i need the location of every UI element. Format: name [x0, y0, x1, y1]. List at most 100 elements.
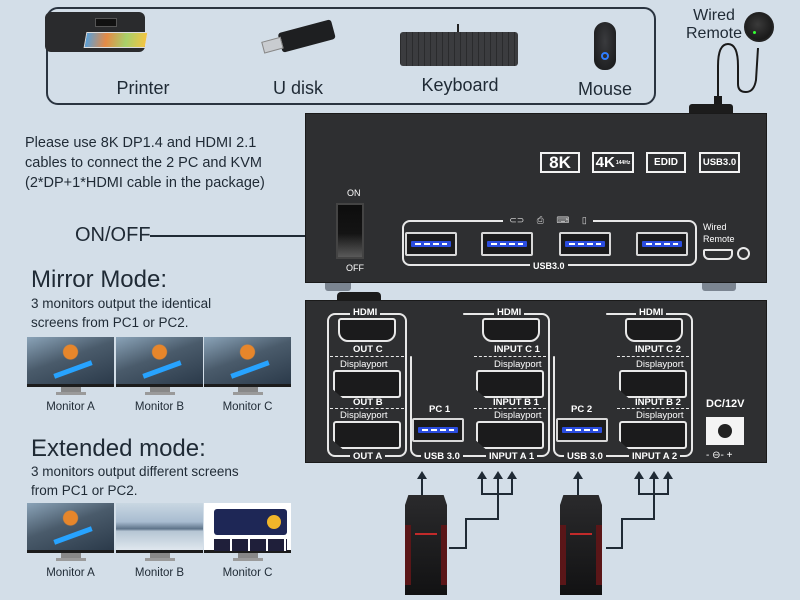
keyboard-icon: [400, 24, 518, 66]
mirror-monitor-a: Monitor A: [27, 337, 114, 413]
wired-remote-port[interactable]: [703, 249, 733, 260]
usb-port-2[interactable]: [481, 232, 533, 256]
badge-4k-text: 4K: [595, 154, 615, 171]
input-b2-label: INPUT B 2: [635, 397, 681, 408]
divider: [617, 356, 689, 357]
badge-usb3: USB3.0: [699, 152, 740, 173]
pc1-dp-label-1: Displayport: [494, 359, 542, 370]
wire: [606, 547, 623, 549]
wire: [481, 493, 513, 495]
divider: [617, 408, 689, 409]
onoff-label: ON/OFF: [75, 224, 151, 246]
device-foot: [702, 283, 736, 291]
monitor-label: Monitor C: [222, 401, 273, 413]
badge-edid: EDID: [646, 152, 686, 173]
wired-remote-label-line1: Wired: [693, 7, 735, 24]
keyboard-icon: ⌨: [556, 214, 570, 225]
printer-icon: [45, 12, 155, 52]
monitor-label: Monitor A: [46, 567, 95, 579]
usb-port-3[interactable]: [559, 232, 611, 256]
pc1-dp-label-2: Displayport: [494, 410, 542, 421]
badge-8k: 8K: [540, 152, 580, 173]
front-wired-remote-label-2: Remote: [703, 234, 735, 244]
device-foot: [325, 283, 351, 291]
instructions-line1: Please use 8K DP1.4 and HDMI 2.1: [25, 135, 257, 151]
dc-label: DC/12V: [706, 398, 745, 410]
pc2-usb-label: USB 3.0: [564, 451, 606, 462]
wire: [465, 518, 499, 520]
out-a-label: OUT A: [350, 451, 386, 462]
monitor-label: Monitor B: [134, 567, 185, 579]
wire: [621, 518, 623, 548]
usb-port-1[interactable]: [405, 232, 457, 256]
extended-monitor-c: Monitor C: [204, 503, 291, 579]
dp-input-a2-port[interactable]: [619, 421, 687, 449]
hdmi-input-c2-port[interactable]: [625, 318, 683, 342]
pc1-hdmi-label: HDMI: [494, 307, 525, 318]
extended-mode-title: Extended mode:: [31, 435, 206, 462]
dc-power-jack[interactable]: [706, 417, 744, 445]
dp-out-a-port[interactable]: [333, 421, 401, 449]
usb-device-icons: ⊂⊃ ⎙ ⌨ ▯: [503, 214, 593, 226]
peripheral-label-keyboard: Keyboard: [421, 75, 499, 95]
pc2-dp-label-1: Displayport: [636, 359, 684, 370]
wire: [621, 518, 655, 520]
usb-port-4[interactable]: [636, 232, 688, 256]
mirror-mode-title: Mirror Mode:: [31, 266, 168, 293]
wire: [465, 518, 467, 548]
divider: [330, 408, 404, 409]
usb-drive-icon: ⊂⊃: [509, 214, 525, 225]
wire: [481, 478, 483, 494]
divider: [474, 356, 546, 357]
printer-icon: ⎙: [536, 214, 544, 225]
wire: [497, 478, 499, 518]
front-wired-remote-label-1: Wired: [703, 222, 727, 232]
mirror-monitor-b: Monitor B: [116, 337, 203, 413]
mouse-icon: [594, 22, 616, 70]
pc2-tower-icon: [560, 495, 602, 595]
power-switch[interactable]: [336, 203, 364, 259]
monitor-label: Monitor C: [222, 567, 273, 579]
wire: [638, 493, 669, 495]
dp-input-b1-port[interactable]: [476, 370, 544, 398]
pc1-usb-port[interactable]: [412, 418, 464, 442]
dp-out-b-port[interactable]: [333, 370, 401, 398]
wire: [577, 478, 579, 496]
pc2-label: PC 2: [568, 404, 596, 415]
dp-input-b2-port[interactable]: [619, 370, 687, 398]
wire: [511, 478, 513, 494]
hdmi-input-c1-port[interactable]: [482, 318, 540, 342]
extended-mode-desc: 3 monitors output different screens from…: [31, 462, 239, 500]
out-hdmi-label: HDMI: [350, 307, 381, 318]
monitor-label: Monitor B: [134, 401, 185, 413]
switch-off-label: OFF: [346, 263, 364, 273]
wire: [638, 478, 640, 494]
mirror-mode-desc-line1: 3 monitors output the identical: [31, 296, 212, 311]
out-dp-label-2: Displayport: [340, 410, 388, 421]
out-c-label: OUT C: [353, 344, 383, 355]
pc2-dp-label-2: Displayport: [636, 410, 684, 421]
dp-input-a1-port[interactable]: [476, 421, 544, 449]
instructions-line3: (2*DP+1*HDMI cable in the package): [25, 175, 265, 191]
remote-jack-icon: [737, 247, 750, 260]
mirror-monitor-c: Monitor C: [204, 337, 291, 413]
badge-4k: 4K 144Hz: [592, 152, 634, 173]
usb-group-label: USB3.0: [530, 261, 568, 271]
extended-monitor-b: Monitor B: [116, 503, 203, 579]
badge-4k-sub: 144Hz: [615, 159, 631, 166]
instructions-line2: cables to connect the 2 PC and KVM: [25, 155, 262, 171]
input-a1-label: INPUT A 1: [486, 451, 538, 462]
out-b-label: OUT B: [353, 397, 383, 408]
input-b1-label: INPUT B 1: [493, 397, 539, 408]
hdmi-out-c-port[interactable]: [338, 318, 396, 342]
peripheral-label-printer: Printer: [116, 78, 170, 98]
divider: [474, 408, 546, 409]
mirror-mode-desc: 3 monitors output the identical screens …: [31, 294, 211, 332]
pc2-usb-port[interactable]: [556, 418, 608, 442]
divider: [330, 356, 404, 357]
cable-instructions: Please use 8K DP1.4 and HDMI 2.1 cables …: [25, 133, 265, 193]
wire: [421, 478, 423, 496]
switch-on-label: ON: [347, 188, 361, 198]
mirror-mode-desc-line2: screens from PC1 or PC2.: [31, 315, 189, 330]
wire: [449, 547, 467, 549]
